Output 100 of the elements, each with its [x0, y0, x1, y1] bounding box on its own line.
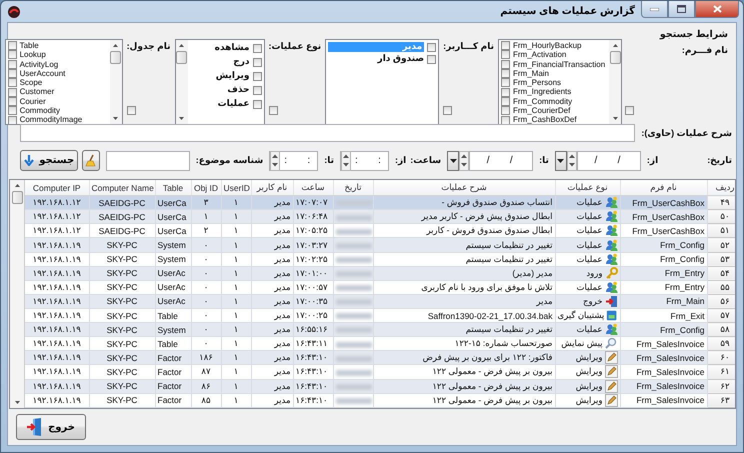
list-item[interactable]: Courier — [20, 96, 46, 106]
checkbox[interactable] — [8, 60, 17, 69]
row-header[interactable]: ۵۰ — [707, 210, 735, 224]
search-button[interactable]: جستجو — [20, 150, 78, 171]
select-all-checkbox[interactable] — [443, 106, 452, 115]
checkbox[interactable] — [501, 116, 510, 124]
checkbox[interactable] — [252, 86, 262, 94]
scroll-down-icon[interactable] — [612, 116, 618, 121]
dropdown-button[interactable] — [554, 150, 567, 170]
list-item[interactable]: Frm_HourlyBackup — [513, 41, 582, 50]
scroll-up-icon[interactable] — [612, 43, 618, 48]
checkbox[interactable] — [8, 88, 17, 97]
checkbox[interactable] — [8, 78, 17, 88]
select-all-checkbox[interactable] — [126, 106, 136, 115]
scroll-thumb[interactable] — [110, 51, 122, 64]
checkbox[interactable] — [252, 44, 262, 52]
checkbox-list[interactable]: Table Lookup ActivityLog UserAccount Scope Customer Courier Commodity CommodityImage — [4, 39, 123, 125]
checkbox[interactable] — [427, 54, 436, 64]
checkbox[interactable] — [501, 78, 510, 88]
description-field[interactable] — [20, 124, 636, 142]
checkbox[interactable] — [427, 42, 436, 52]
checkbox[interactable] — [252, 100, 262, 108]
list-item[interactable]: Customer — [20, 87, 54, 97]
checkbox[interactable] — [8, 96, 17, 106]
maximize-button[interactable] — [668, 1, 695, 18]
list-item[interactable]: Frm_FinancialTransaction — [513, 60, 606, 69]
list-item[interactable]: Commodity — [20, 106, 60, 116]
list-item[interactable]: CommodityImage — [20, 115, 82, 124]
checkbox[interactable] — [8, 106, 17, 116]
column-header[interactable]: UserID — [221, 180, 251, 196]
row-header[interactable]: ۵۹ — [707, 336, 735, 351]
column-header[interactable]: شرح عملیات — [373, 180, 555, 196]
spin-button[interactable] — [340, 150, 351, 170]
list-item[interactable]: ActivityLog — [20, 60, 58, 69]
spin-button[interactable] — [459, 150, 470, 170]
scroll-down-icon[interactable] — [14, 400, 20, 405]
checkbox-list[interactable]: مشاهده درج ویرایش حذف عملیات — [174, 39, 265, 125]
spin-button[interactable] — [566, 150, 577, 170]
row-header[interactable]: ۵۷ — [707, 308, 735, 323]
list-item[interactable]: عملیات — [218, 99, 250, 109]
checkbox[interactable] — [8, 69, 17, 78]
checkbox[interactable] — [501, 106, 510, 116]
checkbox[interactable] — [501, 60, 510, 69]
scroll-up-icon[interactable] — [14, 183, 20, 188]
column-header[interactable]: ردیف — [707, 180, 735, 196]
list-item[interactable]: Frm_Ingredients — [513, 87, 572, 97]
date-field[interactable]: / / — [576, 150, 641, 170]
scroll-up-icon[interactable] — [112, 43, 120, 48]
list-item[interactable]: Frm_Main — [513, 68, 550, 78]
scrollbar[interactable] — [176, 40, 188, 124]
list-item[interactable]: درج — [233, 57, 250, 67]
dropdown-button[interactable] — [447, 150, 460, 170]
scroll-up-icon[interactable] — [178, 43, 186, 48]
checkbox[interactable] — [8, 116, 17, 124]
subject-id-field[interactable] — [106, 150, 190, 170]
minimize-button[interactable] — [641, 1, 668, 18]
scrollbar[interactable] — [110, 40, 122, 124]
select-all-checkbox[interactable] — [268, 106, 278, 115]
list-item[interactable]: ویرایش — [216, 71, 250, 81]
time-field[interactable]: : : — [340, 150, 389, 170]
checkbox-list[interactable]: مدیر صندوق دار — [325, 39, 440, 125]
row-header[interactable]: ۶۲ — [707, 379, 735, 394]
checkbox[interactable] — [8, 50, 17, 60]
list-item[interactable]: Lookup — [20, 50, 46, 60]
row-header[interactable]: ۶۳ — [707, 393, 735, 408]
list-item[interactable]: UserAccount — [20, 68, 66, 78]
list-item[interactable]: Frm_Persons — [513, 78, 562, 88]
row-header[interactable]: ۵۸ — [707, 322, 735, 337]
column-header[interactable]: Computer Name — [89, 180, 155, 196]
list-item[interactable]: حذف — [227, 85, 250, 95]
column-header[interactable]: Obj ID — [191, 180, 221, 196]
exit-button[interactable]: خروج — [16, 414, 86, 440]
column-header[interactable]: نام کاربر — [251, 180, 293, 196]
spin-button[interactable] — [270, 150, 280, 170]
column-header[interactable]: تاریخ — [333, 180, 373, 196]
list-item[interactable]: Frm_Activation — [513, 50, 566, 60]
list-item[interactable]: صندوق دار — [378, 54, 424, 64]
row-header[interactable]: ۵۴ — [707, 266, 735, 280]
scroll-thumb[interactable] — [610, 51, 620, 64]
checkbox[interactable] — [501, 50, 510, 60]
row-header[interactable]: ۵۵ — [707, 280, 735, 294]
clear-button[interactable] — [82, 150, 100, 171]
column-header[interactable]: نوع عملیات — [555, 180, 620, 196]
list-item[interactable]: Frm_CashBoxDef — [513, 115, 577, 124]
checkbox[interactable] — [252, 58, 262, 66]
column-header[interactable]: ساعت — [293, 180, 333, 196]
scrollbar[interactable] — [10, 180, 25, 408]
column-header[interactable]: Table — [155, 180, 191, 196]
checkbox[interactable] — [501, 41, 510, 50]
time-field[interactable]: : : — [269, 150, 318, 170]
checkbox[interactable] — [8, 41, 17, 50]
scroll-thumb[interactable] — [12, 191, 22, 204]
list-item[interactable]: Table — [20, 41, 39, 50]
select-all-checkbox[interactable] — [625, 106, 634, 115]
checkbox-list[interactable]: Frm_HourlyBackup Frm_Activation Frm_FinancialTransaction Frm_Main Frm_Persons Frm_Ingredients Frm_Commodity Frm_CourierDef Frm_CashBoxDef — [498, 39, 622, 125]
checkbox[interactable] — [252, 72, 262, 80]
row-header[interactable]: ۴۹ — [707, 196, 735, 210]
row-header[interactable]: ۵۱ — [707, 224, 735, 238]
row-header[interactable]: ۶۰ — [707, 350, 735, 365]
app-icon[interactable] — [7, 4, 21, 18]
